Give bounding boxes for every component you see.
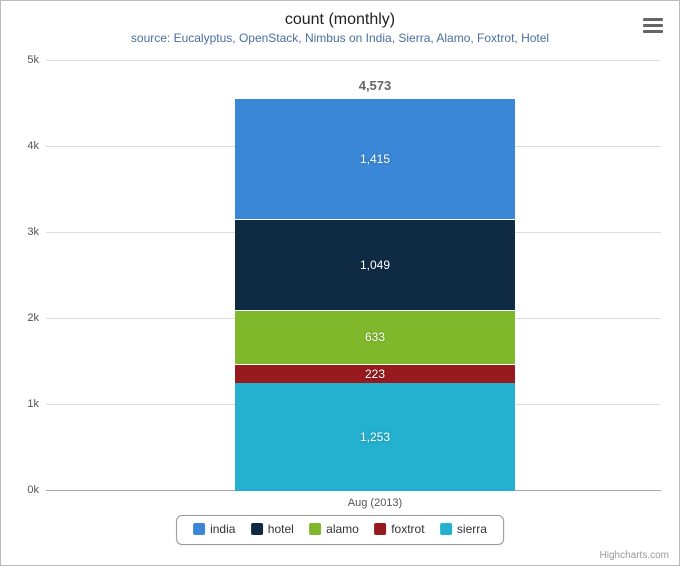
legend-label: hotel [268, 522, 294, 536]
legend-label: alamo [326, 522, 359, 536]
segment-value-label: 633 [365, 330, 385, 344]
y-tick-label: 5k [1, 54, 39, 66]
gridline [46, 60, 661, 61]
legend-item-india[interactable]: india [193, 522, 235, 536]
y-tick-label: 0k [1, 484, 39, 496]
legend-label: india [210, 522, 235, 536]
legend-item-sierra[interactable]: sierra [440, 522, 487, 536]
stack-total-label: 4,573 [235, 78, 515, 93]
bar-stack: 4,573 1,415 1,049 633 223 1,253 Aug (201… [235, 98, 515, 491]
legend-swatch-icon [193, 523, 205, 535]
legend-label: sierra [457, 522, 487, 536]
credits-link[interactable]: Highcharts.com [600, 550, 669, 561]
y-tick-label: 4k [1, 140, 39, 152]
x-category-label: Aug (2013) [235, 497, 515, 509]
segment-value-label: 1,415 [360, 152, 390, 166]
legend-label: foxtrot [391, 522, 424, 536]
chart-container: count (monthly) source: Eucalyptus, Open… [0, 0, 680, 566]
legend-swatch-icon [251, 523, 263, 535]
legend-swatch-icon [309, 523, 321, 535]
chart-title: count (monthly) [1, 1, 679, 29]
y-tick-label: 1k [1, 398, 39, 410]
legend-item-foxtrot[interactable]: foxtrot [374, 522, 424, 536]
bar-segment-hotel[interactable]: 1,049 [235, 219, 515, 309]
legend-swatch-icon [440, 523, 452, 535]
legend-item-hotel[interactable]: hotel [251, 522, 294, 536]
plot-area: 4,573 1,415 1,049 633 223 1,253 Aug (201… [46, 61, 661, 491]
segment-value-label: 1,049 [360, 258, 390, 272]
segment-value-label: 223 [365, 367, 385, 381]
legend-swatch-icon [374, 523, 386, 535]
legend: india hotel alamo foxtrot sierra [176, 515, 504, 545]
chart-subtitle: source: Eucalyptus, OpenStack, Nimbus on… [1, 29, 679, 45]
y-tick-label: 3k [1, 226, 39, 238]
y-tick-label: 2k [1, 312, 39, 324]
segment-value-label: 1,253 [360, 430, 390, 444]
bar-segment-foxtrot[interactable]: 223 [235, 364, 515, 383]
bar-segment-sierra[interactable]: 1,253 [235, 383, 515, 491]
chart-menu-button[interactable] [641, 15, 665, 37]
legend-item-alamo[interactable]: alamo [309, 522, 359, 536]
bar-segment-india[interactable]: 1,415 [235, 98, 515, 220]
bar-segment-alamo[interactable]: 633 [235, 310, 515, 364]
